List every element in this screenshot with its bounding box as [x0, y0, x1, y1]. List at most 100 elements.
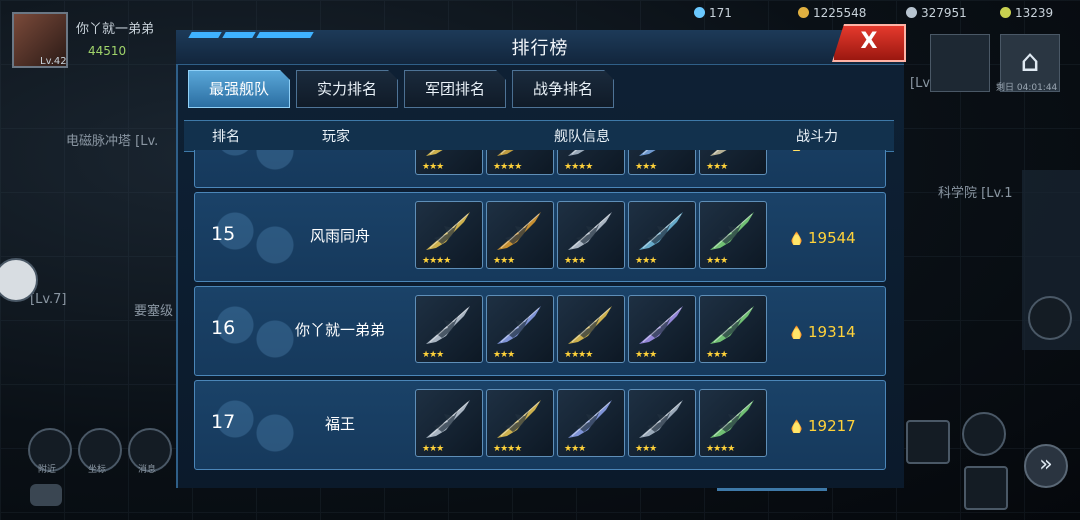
nearby-label: 附近 [38, 465, 57, 475]
fire-icon [791, 419, 802, 433]
tab-strongest-fleet[interactable]: 最强舰队 [188, 70, 290, 108]
ship-stars: ★★★ [706, 256, 728, 266]
ship-stars: ★★★ [635, 256, 657, 266]
task-button[interactable] [906, 420, 950, 464]
hex-pattern [205, 150, 305, 179]
power-value: 19314 [808, 323, 856, 341]
radar-button[interactable] [1028, 296, 1072, 340]
fleet-ships: ★★★★★★★★★★★★★★★★ [415, 295, 767, 363]
fire-icon [791, 150, 802, 151]
ship-stars: ★★★★ [564, 162, 593, 172]
ship-slot[interactable]: ★★★ [557, 201, 625, 269]
row-player-name[interactable]: 你丫就一弟弟 [285, 319, 395, 340]
spaceship-icon [639, 212, 683, 250]
ship-slot[interactable]: ★★★★ [415, 201, 483, 269]
scrollbar[interactable] [717, 488, 827, 491]
ship-slot[interactable]: ★★★★ [699, 389, 767, 457]
row-player-name[interactable]: 福王 [285, 413, 395, 434]
dialog-title: 排行榜 [511, 38, 569, 59]
ship-slot[interactable]: ★★★★ [557, 150, 625, 175]
fleet-ships: ★★★★★★★★★★★★★★★★★ [415, 389, 767, 457]
ship-slot[interactable]: ★★★ [699, 201, 767, 269]
ship-slot[interactable]: ★★★ [628, 201, 696, 269]
message-label: 消息 [138, 465, 157, 475]
row-power: 19217 [791, 417, 856, 435]
ship-slot[interactable]: ★★★ [415, 150, 483, 175]
column-header: 排名 玩家 舰队信息 战斗力 [184, 120, 894, 152]
ship-stars: ★★★ [635, 444, 657, 454]
row-player-name[interactable]: 风雨同舟 [285, 225, 395, 246]
ship-slot[interactable]: ★★★★ [557, 295, 625, 363]
ranking-row[interactable]: ★★★★★★★★★★★★★★★★★19844 [194, 150, 886, 188]
ship-stars: ★★★ [493, 350, 515, 360]
map-label-emp-tower[interactable]: 电磁脉冲塔 [Lv. [66, 130, 158, 149]
row-power: 19844 [791, 150, 856, 153]
ranking-row[interactable]: 15 风雨同舟 ★★★★ ★★★ ★★★ ★★★ ★★★ 19544 [194, 192, 886, 282]
fleet-ships: ★★★★★★★★★★★★★★★★★ [415, 150, 767, 175]
ship-slot[interactable]: ★★★ [415, 295, 483, 363]
ranking-list[interactable]: ★★★★★★★★★★★★★★★★★1984415风雨同舟★★★★★★★★★★★★… [184, 150, 894, 485]
spaceship-icon [426, 212, 470, 250]
spaceship-icon [639, 400, 683, 438]
leaderboard-dialog: 排行榜 X 最强舰队 实力排名 军团排名 战争排名 排名 玩家 舰队信息 战斗力… [176, 24, 906, 491]
ship-slot[interactable]: ★★★★ [486, 150, 554, 175]
ship-slot[interactable]: ★★★ [486, 201, 554, 269]
ship-stars: ★★★ [422, 162, 444, 172]
player-power: 44510 [88, 44, 127, 58]
ship-slot[interactable]: ★★★ [628, 150, 696, 175]
warehouse-button[interactable] [964, 466, 1008, 510]
ship-stars: ★★★ [564, 256, 586, 266]
spaceship-icon [497, 150, 514, 156]
spaceship-icon [710, 212, 754, 250]
resource-energy: 171 [694, 6, 732, 20]
expand-arrow-icon[interactable]: » [1024, 444, 1068, 488]
map-label-academy[interactable]: 科学院 [Lv.1 [938, 182, 1013, 201]
row-rank: 16 [211, 317, 236, 339]
ship-stars: ★★★★ [493, 162, 522, 172]
ship-slot[interactable]: ★★★ [699, 150, 767, 175]
ranking-row[interactable]: 17 福王 ★★★ ★★★★ ★★★ ★★★ ★★★★ 19217 [194, 380, 886, 470]
column-rank: 排名 [212, 129, 240, 145]
ship-slot[interactable]: ★★★ [628, 295, 696, 363]
spaceship-icon [639, 150, 656, 156]
spaceship-icon [497, 212, 541, 250]
ship-stars: ★★★ [422, 444, 444, 454]
chat-icon[interactable] [30, 484, 62, 506]
spaceship-icon [497, 306, 541, 344]
ship-stars: ★★★★ [493, 444, 522, 454]
map-label-fortress[interactable]: 要塞级 [134, 300, 173, 319]
ship-stars: ★★★ [635, 350, 657, 360]
ship-slot[interactable]: ★★★★ [486, 389, 554, 457]
fire-icon [791, 231, 802, 245]
map-label-lv7[interactable]: [Lv.7] [30, 292, 66, 307]
ranking-row[interactable]: 16 你丫就一弟弟 ★★★ ★★★ ★★★★ ★★★ ★★★ 19314 [194, 286, 886, 376]
spaceship-icon [426, 150, 443, 156]
spaceship-icon [497, 400, 541, 438]
fleet-ships: ★★★★★★★★★★★★★★★★ [415, 201, 767, 269]
ship-slot[interactable]: ★★★ [628, 389, 696, 457]
tab-legion-ranking[interactable]: 军团排名 [404, 70, 506, 108]
row-power: 19314 [791, 323, 856, 341]
player-name: 你丫就一弟弟 [76, 22, 155, 37]
tab-war-ranking[interactable]: 战争排名 [512, 70, 614, 108]
planet-button[interactable] [962, 412, 1006, 456]
tab-bar: 最强舰队 实力排名 军团排名 战争排名 [188, 70, 614, 108]
ship-stars: ★★★ [493, 256, 515, 266]
ship-slot[interactable]: ★★★ [486, 295, 554, 363]
ship-slot[interactable]: ★★★ [557, 389, 625, 457]
close-button[interactable]: X [832, 24, 906, 62]
spaceship-icon [710, 306, 754, 344]
resource-crystal: 13239 [1000, 6, 1053, 20]
ship-stars: ★★★ [706, 162, 728, 172]
ship-slot[interactable]: ★★★ [415, 389, 483, 457]
ship-stars: ★★★ [422, 350, 444, 360]
coordinate-label: 坐标 [88, 465, 107, 475]
energy-icon [694, 7, 705, 18]
spaceship-icon [639, 306, 683, 344]
fleet-shortcut-button[interactable] [930, 34, 990, 92]
column-power: 战斗力 [796, 129, 838, 145]
ship-slot[interactable]: ★★★ [699, 295, 767, 363]
column-player: 玩家 [322, 129, 350, 145]
power-value: 19844 [808, 150, 856, 153]
tab-strength-ranking[interactable]: 实力排名 [296, 70, 398, 108]
